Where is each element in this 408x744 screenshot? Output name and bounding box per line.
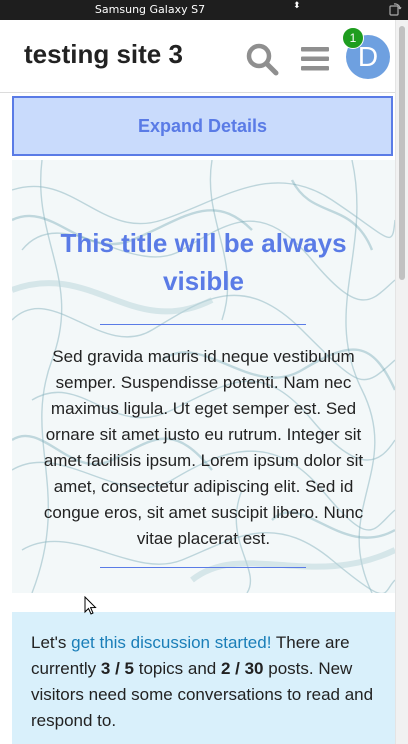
site-title[interactable]: testing site 3 [24,39,183,70]
mouse-pointer-icon [84,596,97,615]
hero-banner: This title will be always visible Sed gr… [12,160,395,593]
scrollbar-thumb[interactable] [399,26,405,280]
discussion-prefix: Let's [31,633,72,652]
site-header: testing site 3 D 1 [0,20,395,93]
topic-count: 3 / 5 [100,659,135,678]
device-toolbar: Samsung Galaxy S7 ⬍ [0,0,408,20]
notification-badge[interactable]: 1 [342,27,364,49]
device-selector-arrows-icon[interactable]: ⬍ [293,2,301,11]
device-selector[interactable]: Samsung Galaxy S7 [0,3,300,16]
page-scrollbar[interactable] [395,20,408,744]
discussion-prompt: Let's get this discussion started! There… [12,612,395,744]
discussion-text-2: topics and [134,659,221,678]
hamburger-menu-icon[interactable] [299,45,331,73]
rotate-device-icon[interactable] [388,2,402,16]
hero-divider-bottom [100,567,306,568]
hero-title: This title will be always visible [60,228,347,296]
hero-divider-top [100,324,306,325]
hero-body-text: Sed gravida mauris id neque vestibulum s… [43,347,364,548]
viewport-left-edge [0,20,12,744]
post-count: 2 / 30 [220,659,264,678]
expand-details-button[interactable]: Expand Details [12,96,393,156]
start-discussion-link[interactable]: get this discussion started! [71,633,271,652]
search-icon[interactable] [245,42,279,76]
